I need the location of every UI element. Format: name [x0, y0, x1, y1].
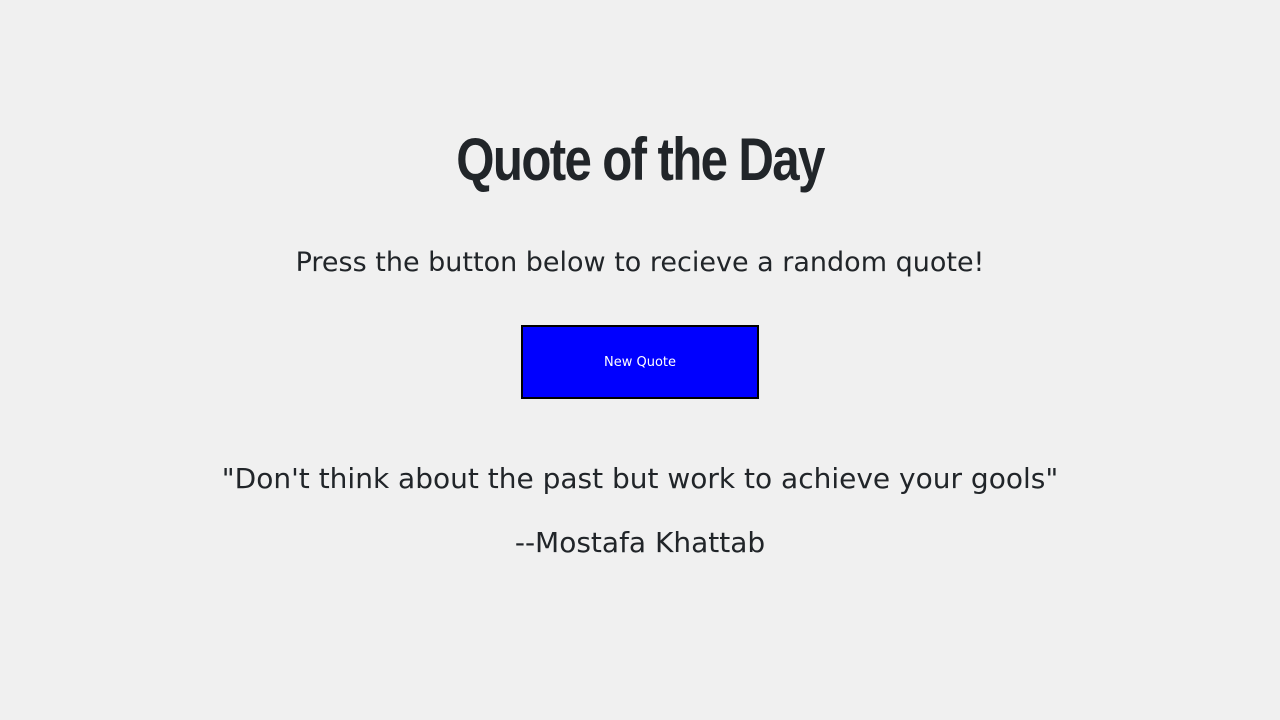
quote-text: "Don't think about the past but work to …: [221, 462, 1059, 495]
new-quote-button[interactable]: New Quote: [521, 325, 759, 399]
quote-author: --Mostafa Khattab: [514, 526, 766, 559]
instruction-text: Press the button below to recieve a rand…: [295, 247, 985, 278]
page-title: Quote of the Day: [456, 126, 825, 193]
page: Quote of the Day Press the button below …: [0, 0, 1280, 720]
